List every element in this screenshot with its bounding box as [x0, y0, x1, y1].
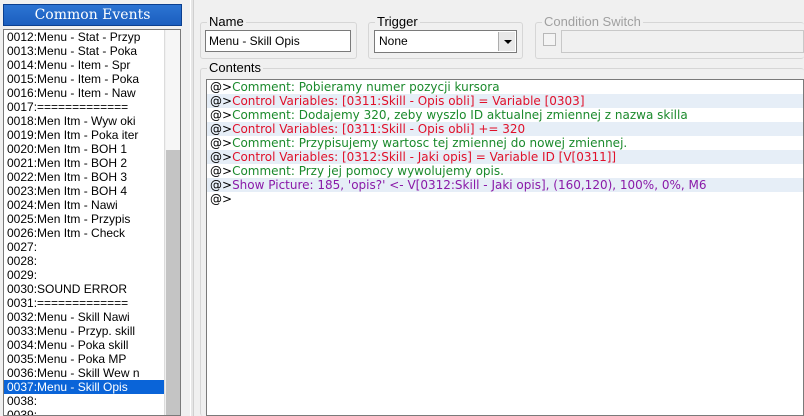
name-input[interactable]: Menu - Skill Opis [205, 30, 351, 52]
event-list-item[interactable]: 0023:Men Itm - BOH 4 [4, 184, 164, 198]
event-list-item[interactable]: 0032:Menu - Skill Nawi [4, 310, 164, 324]
condition-switch-field[interactable] [561, 30, 804, 53]
common-events-title: Common Events [3, 4, 182, 26]
common-events-panel: Common Events 0012:Menu - Stat - Przyp 00… [0, 0, 192, 416]
panel-splitter[interactable] [190, 0, 194, 416]
command-text: Control Variables: [0311:Skill - Opis ob… [232, 94, 585, 108]
common-events-list[interactable]: 0012:Menu - Stat - Przyp 0013:Menu - Stat… [3, 29, 181, 416]
event-list-item[interactable]: 0037:Menu - Skill Opis [4, 380, 164, 394]
command-lines: @>Comment: Pobieramy numer pozycji kurso… [207, 80, 803, 206]
event-list-item[interactable]: 0030:SOUND ERROR [4, 282, 164, 296]
condition-switch-checkbox[interactable] [543, 33, 556, 46]
condition-switch-label: Condition Switch [542, 14, 643, 30]
command-text: Control Variables: [0311:Skill - Opis ob… [232, 122, 526, 136]
event-list-item[interactable]: 0014:Menu - Item - Spr [4, 58, 164, 72]
event-list-item[interactable]: 0036:Menu - Skill Wew n [4, 366, 164, 380]
command-line[interactable]: @>Control Variables: [0311:Skill - Opis … [207, 122, 803, 136]
event-list-item[interactable]: 0017:============= [4, 100, 164, 114]
event-list-item[interactable]: 0022:Men Itm - BOH 3 [4, 170, 164, 184]
command-line[interactable]: @>Comment: Dodajemy 320, zeby wyszlo ID … [207, 108, 803, 122]
command-prefix: @> [210, 150, 233, 164]
command-prefix: @> [210, 192, 233, 206]
command-text: Control Variables: [0312:Skill - Jaki op… [232, 150, 617, 164]
command-line[interactable]: @>Comment: Przypisujemy wartosc tej zmie… [207, 136, 803, 150]
command-prefix: @> [210, 80, 233, 94]
event-list-item[interactable]: 0029: [4, 268, 164, 282]
event-list-item[interactable]: 0028: [4, 254, 164, 268]
event-list-item[interactable]: 0021:Men Itm - BOH 2 [4, 156, 164, 170]
trigger-select[interactable]: None [374, 30, 517, 53]
command-text: Comment: Dodajemy 320, zeby wyszlo ID ak… [232, 108, 688, 122]
command-prefix: @> [210, 108, 233, 122]
event-list-item[interactable]: 0026:Men Itm - Check [4, 226, 164, 240]
event-list-item[interactable]: 0038: [4, 394, 164, 408]
command-line[interactable]: @>Comment: Przy jej pomocy wywolujemy op… [207, 164, 803, 178]
trigger-select-value: None [379, 34, 408, 48]
event-list-item[interactable]: 0019:Men Itm - Poka iter [4, 128, 164, 142]
event-list-item[interactable]: 0025:Men Itm - Przypis [4, 212, 164, 226]
event-list-scrollbar[interactable] [164, 30, 180, 415]
event-list-item[interactable]: 0018:Men Itm - Wyw oki [4, 114, 164, 128]
event-commands-list[interactable]: @>Comment: Pobieramy numer pozycji kurso… [206, 79, 804, 416]
command-text: Comment: Pobieramy numer pozycji kursora [232, 80, 500, 94]
command-prefix: @> [210, 94, 233, 108]
event-list-item[interactable]: 0020:Men Itm - BOH 1 [4, 142, 164, 156]
event-list-item[interactable]: 0039: [4, 408, 164, 415]
event-list-item[interactable]: 0012:Menu - Stat - Przyp [4, 30, 164, 44]
command-prefix: @> [210, 178, 233, 192]
command-prefix: @> [210, 122, 233, 136]
chevron-down-icon[interactable] [498, 32, 515, 51]
name-group-label: Name [207, 14, 246, 30]
command-text: Comment: Przypisujemy wartosc tej zmienn… [232, 136, 628, 150]
command-line[interactable]: @>Show Picture: 185, 'opis?' <- V[0312:S… [207, 178, 803, 192]
trigger-group-label: Trigger [375, 14, 420, 30]
scrollbar-track[interactable] [166, 30, 180, 150]
command-text: Comment: Przy jej pomocy wywolujemy opis… [232, 164, 504, 178]
contents-group-label: Contents [207, 60, 264, 76]
command-line[interactable]: @>Control Variables: [0312:Skill - Jaki … [207, 150, 803, 164]
command-prefix: @> [210, 164, 233, 178]
event-list-items: 0012:Menu - Stat - Przyp 0013:Menu - Stat… [4, 30, 164, 415]
event-list-item[interactable]: 0015:Menu - Item - Poka [4, 72, 164, 86]
scrollbar-thumb[interactable] [166, 150, 180, 415]
event-list-item[interactable]: 0033:Menu - Przyp. skill [4, 324, 164, 338]
command-line[interactable]: @>Comment: Pobieramy numer pozycji kurso… [207, 80, 803, 94]
event-list-item[interactable]: 0035:Menu - Poka MP [4, 352, 164, 366]
event-list-item[interactable]: 0034:Menu - Poka skill [4, 338, 164, 352]
event-list-item[interactable]: 0027: [4, 240, 164, 254]
command-line[interactable]: @>Control Variables: [0311:Skill - Opis … [207, 94, 803, 108]
event-list-item[interactable]: 0031:============= [4, 296, 164, 310]
command-prefix: @> [210, 136, 233, 150]
event-list-item[interactable]: 0013:Menu - Stat - Poka [4, 44, 164, 58]
event-list-item[interactable]: 0016:Menu - Item - Naw [4, 86, 164, 100]
command-line[interactable]: @> [207, 192, 803, 206]
event-list-item[interactable]: 0024:Men Itm - Nawi [4, 198, 164, 212]
command-text: Show Picture: 185, 'opis?' <- V[0312:Ski… [232, 178, 707, 192]
